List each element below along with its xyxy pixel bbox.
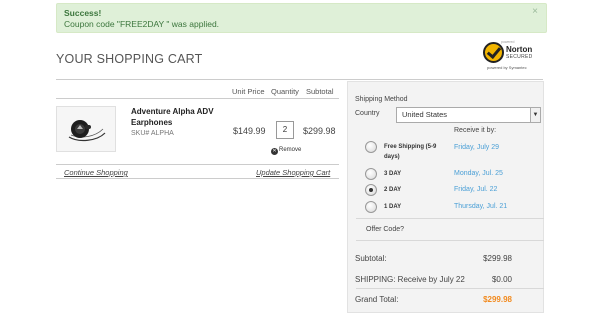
product-sku: SKU# ALPHA <box>131 130 174 137</box>
panel-divider <box>356 240 544 241</box>
offer-code-link[interactable]: Offer Code? <box>366 226 404 233</box>
radio-button[interactable] <box>365 201 377 213</box>
shipping-total-value: $0.00 <box>491 275 512 284</box>
alert-message: Coupon code "FREE2DAY " was applied. <box>64 19 220 29</box>
order-summary-panel: Shipping Method Country United States ▼ … <box>347 81 544 313</box>
country-value: United States <box>402 110 448 119</box>
panel-divider <box>356 218 544 219</box>
shipping-method-label: Shipping Method <box>355 96 408 103</box>
cart-item-divider <box>56 164 339 165</box>
grand-total-label: Grand Total: <box>355 295 399 304</box>
shipping-option-name: 1 DAY <box>384 204 402 210</box>
alert-heading: Success! <box>64 8 102 18</box>
subtotal-value: $299.98 <box>483 254 512 263</box>
earphones-icon <box>57 107 115 151</box>
shipping-option-name: Free Shipping (5-9 days) <box>384 144 437 160</box>
radio-button[interactable] <box>365 141 377 153</box>
country-label: Country <box>355 110 380 117</box>
grand-total-value: $299.98 <box>483 295 512 304</box>
remove-icon: ✕ <box>271 148 278 155</box>
receive-by-label: Receive it by: <box>454 127 497 134</box>
radio-button[interactable] <box>365 168 377 180</box>
close-icon[interactable]: × <box>532 6 538 17</box>
unit-price: $149.99 <box>233 126 266 136</box>
continue-shopping-link[interactable]: Continue Shopping <box>64 168 128 177</box>
header-quantity: Quantity <box>271 87 299 96</box>
product-name[interactable]: Adventure Alpha ADV Earphones <box>131 106 231 128</box>
norton-secured-badge: powered Norton SECURED powered by Symant… <box>483 38 539 72</box>
header-subtotal: Subtotal <box>306 87 334 96</box>
radio-button-selected[interactable] <box>365 184 377 196</box>
panel-divider <box>356 288 544 289</box>
shipping-option-date: Thursday, Jul. 21 <box>454 203 508 210</box>
shipping-option-date: Friday, Jul. 22 <box>454 186 498 193</box>
subtotal-label: Subtotal: <box>355 254 387 263</box>
shipping-total-label: SHIPPING: Receive by July 22 <box>355 275 465 284</box>
shipping-option-date: Friday, July 29 <box>454 144 499 151</box>
page-title: YOUR SHOPPING CART <box>56 52 203 66</box>
product-image[interactable] <box>56 106 116 152</box>
item-subtotal: $299.98 <box>303 126 336 136</box>
shipping-option-name: 3 DAY <box>384 171 402 177</box>
checkmark-icon <box>483 42 504 63</box>
quantity-input[interactable]: 2 <box>276 121 294 139</box>
shipping-option-name: 2 DAY <box>384 187 402 193</box>
remove-button[interactable]: ✕ Remove <box>271 147 301 155</box>
shipping-option-date: Monday, Jul. 25 <box>454 170 503 177</box>
update-cart-link[interactable]: Update Shopping Cart <box>256 168 330 177</box>
cart-footer-divider <box>56 178 339 179</box>
chevron-down-icon: ▼ <box>530 108 540 122</box>
badge-name: Norton <box>506 45 533 54</box>
badge-powered-by: powered by Symantec <box>487 65 527 70</box>
remove-label: Remove <box>279 147 302 153</box>
cart-header-divider <box>56 98 339 99</box>
badge-top-text: powered <box>501 40 515 44</box>
header-unit-price: Unit Price <box>232 87 265 96</box>
success-alert: Success! Coupon code "FREE2DAY " was app… <box>56 3 547 33</box>
country-select[interactable]: United States ▼ <box>396 107 541 123</box>
title-divider <box>56 79 543 80</box>
badge-secured-text: SECURED <box>506 54 533 60</box>
